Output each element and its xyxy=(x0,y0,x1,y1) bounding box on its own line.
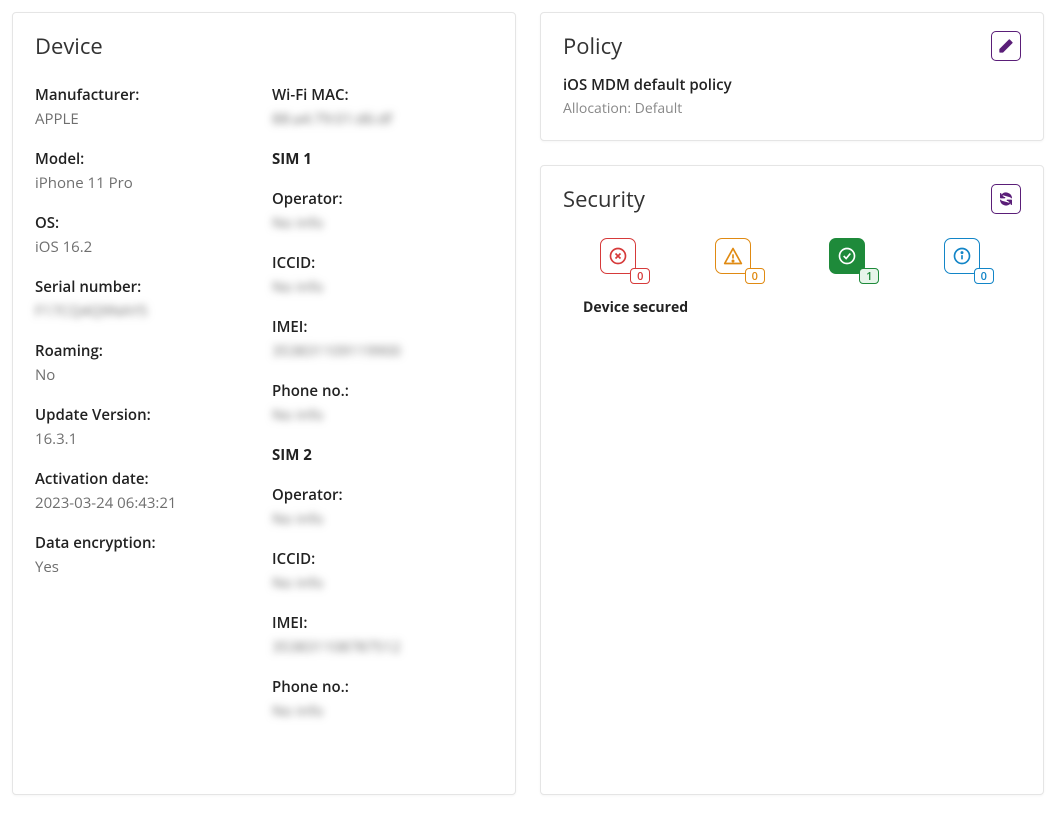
field-label: OS: xyxy=(35,213,256,233)
security-status-icons: 0 0 1 0 xyxy=(563,238,1021,278)
security-info-item[interactable]: 0 xyxy=(944,238,984,278)
field-value: No xyxy=(35,365,256,385)
device-card-title: Device xyxy=(35,31,103,61)
field-value: Yes xyxy=(35,557,256,577)
check-icon xyxy=(837,246,857,266)
device-card: Device Manufacturer: APPLE Model: iPhone 1… xyxy=(12,12,516,795)
field-value: APPLE xyxy=(35,109,256,129)
field-value: 16.3.1 xyxy=(35,429,256,449)
security-info-count: 0 xyxy=(974,268,994,284)
policy-card: Policy iOS MDM default policy Allocation… xyxy=(540,12,1044,141)
field-label: Phone no.: xyxy=(272,381,493,401)
security-warning-count: 0 xyxy=(745,268,765,284)
field-label: Update Version: xyxy=(35,405,256,425)
sim1-label: SIM 1 xyxy=(272,149,493,169)
warning-icon xyxy=(723,246,743,266)
security-ok-item[interactable]: 1 xyxy=(829,238,869,278)
field-value: No info xyxy=(272,277,493,297)
policy-allocation: Allocation: Default xyxy=(563,99,1021,118)
device-left-column: Manufacturer: APPLE Model: iPhone 11 Pro O… xyxy=(35,85,256,741)
field-label: Operator: xyxy=(272,485,493,505)
sim2-label: SIM 2 xyxy=(272,445,493,465)
field-label: Operator: xyxy=(272,189,493,209)
pencil-icon xyxy=(998,38,1014,54)
field-label: IMEI: xyxy=(272,613,493,633)
device-right-column: Wi-Fi MAC: 88:a4:79:01:d6:df SIM 1 Operat… xyxy=(272,85,493,741)
field-value: F17CQ4Q9NAY5 xyxy=(35,301,256,321)
field-value: No info xyxy=(272,701,493,721)
field-label: Activation date: xyxy=(35,469,256,489)
security-warning-item[interactable]: 0 xyxy=(715,238,755,278)
security-card-header: Security xyxy=(563,184,1021,214)
refresh-security-button[interactable] xyxy=(991,184,1021,214)
security-card-title: Security xyxy=(563,184,645,214)
edit-policy-button[interactable] xyxy=(991,31,1021,61)
field-value: 2023-03-24 06:43:21 xyxy=(35,493,256,513)
security-error-item[interactable]: 0 xyxy=(600,238,640,278)
field-label: Manufacturer: xyxy=(35,85,256,105)
field-value: iOS 16.2 xyxy=(35,237,256,257)
policy-card-header: Policy xyxy=(563,31,1021,61)
policy-name: iOS MDM default policy xyxy=(563,75,1021,95)
field-value: iPhone 11 Pro xyxy=(35,173,256,193)
field-label: Data encryption: xyxy=(35,533,256,553)
security-status-text: Device secured xyxy=(583,298,1021,317)
field-value: No info xyxy=(272,573,493,593)
field-value: 88:a4:79:01:d6:df xyxy=(272,109,493,129)
device-card-header: Device xyxy=(35,31,493,61)
field-label: Model: xyxy=(35,149,256,169)
security-card: Security 0 0 xyxy=(540,165,1044,795)
field-value: No info xyxy=(272,509,493,529)
field-value: No info xyxy=(272,405,493,425)
field-label: Roaming: xyxy=(35,341,256,361)
policy-card-title: Policy xyxy=(563,31,622,61)
security-error-count: 0 xyxy=(630,268,650,284)
field-value: 353831108787512 xyxy=(272,637,493,657)
error-icon xyxy=(608,246,628,266)
info-icon xyxy=(952,246,972,266)
field-label: IMEI: xyxy=(272,317,493,337)
field-label: Wi-Fi MAC: xyxy=(272,85,493,105)
field-label: Serial number: xyxy=(35,277,256,297)
field-label: ICCID: xyxy=(272,549,493,569)
security-ok-count: 1 xyxy=(859,268,879,284)
field-label: ICCID: xyxy=(272,253,493,273)
field-value: 353831109119900 xyxy=(272,341,493,361)
field-label: Phone no.: xyxy=(272,677,493,697)
refresh-icon xyxy=(998,191,1014,207)
field-value: No info xyxy=(272,213,493,233)
